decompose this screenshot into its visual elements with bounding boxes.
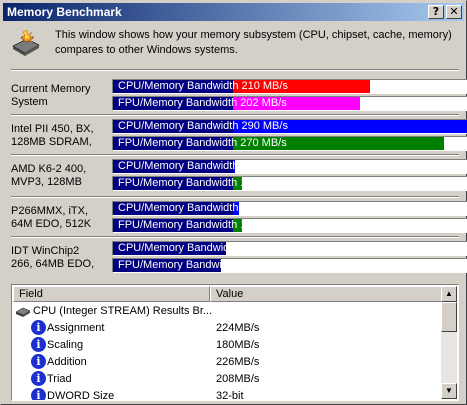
fpu-bandwidth-text: FPU/Memory Bandwidth 105 MB/s [118, 219, 287, 231]
cpu-bandwidth-bar: CPU/Memory Bandwidth 210 MB/s [112, 79, 467, 94]
cpu-bandwidth-text: CPU/Memory Bandwidth 290 MB/s [118, 120, 288, 132]
fpu-bandwidth-text: FPU/Memory Bandwidth 202 MB/s [118, 97, 287, 109]
system-row: AMD K6-2 400, MVP3, 128MB CPU/Memory Band… [11, 159, 467, 195]
system-row: Intel PII 450, BX, 128MB SDRAM, CPU/Memor… [11, 119, 467, 155]
memory-benchmark-window: Memory Benchmark ? ✕ This window shows h… [0, 0, 467, 405]
list-item[interactable]: i Assignment 224MB/s [13, 320, 441, 337]
value-cell: 208MB/s [216, 373, 260, 385]
list-item[interactable]: i DWORD Size 32-bit [13, 388, 441, 401]
fpu-bandwidth-bar: FPU/Memory Bandwidth 202 MB/s [112, 96, 467, 111]
fpu-bandwidth-text: FPU/Memory Bandwidth 88 MB/s [118, 259, 281, 271]
value-cell: 226MB/s [216, 356, 260, 368]
cpu-bandwidth-bar: CPU/Memory Bandwidth 290 MB/s [112, 119, 467, 134]
list-header: Field Value [13, 286, 442, 302]
value-cell: 224MB/s [216, 322, 260, 334]
field-cell: DWORD Size [47, 390, 115, 401]
system-label: IDT WinChip2 266, 64MB EDO, [11, 245, 95, 270]
column-header-value[interactable]: Value [210, 286, 442, 302]
help-button[interactable]: ? [428, 5, 444, 19]
list-item[interactable]: CPU (Integer STREAM) Results Br... [13, 303, 441, 320]
list-item[interactable]: i Triad 208MB/s [13, 371, 441, 388]
field-cell: Addition [47, 356, 87, 368]
column-header-field[interactable]: Field [13, 286, 210, 302]
info-icon: i [31, 388, 46, 400]
field-cell: CPU (Integer STREAM) Results Br... [33, 305, 213, 317]
results-list[interactable]: Field Value CPU (Integer STREAM) Results… [11, 284, 459, 401]
memory-chip-icon [11, 28, 41, 58]
field-cell: Assignment [47, 322, 105, 334]
fpu-bandwidth-bar: FPU/Memory Bandwidth 105 MB/s [112, 176, 467, 191]
system-row: IDT WinChip2 266, 64MB EDO, CPU/Memory Ba… [11, 241, 467, 277]
info-icon: i [31, 371, 46, 386]
intro-section: This window shows how your memory subsys… [11, 28, 461, 64]
cpu-bandwidth-bar: CPU/Memory Bandwidth 92 MB/s [112, 241, 467, 256]
list-item[interactable]: i Scaling 180MB/s [13, 337, 441, 354]
intro-text: This window shows how your memory subsys… [55, 29, 452, 56]
value-cell: 32-bit [216, 390, 244, 401]
info-icon: i [31, 337, 46, 352]
scroll-down-button[interactable]: ▼ [441, 383, 457, 399]
fpu-bandwidth-bar: FPU/Memory Bandwidth 270 MB/s [112, 136, 467, 151]
scroll-up-button[interactable]: ▲ [441, 286, 457, 302]
scroll-thumb[interactable] [441, 302, 457, 332]
vertical-scrollbar[interactable]: ▲ ▼ [441, 286, 457, 399]
system-label: Current Memory System [11, 83, 91, 108]
system-row: P266MMX, iTX, 64M EDO, 512K CPU/Memory Ba… [11, 201, 467, 237]
field-cell: Scaling [47, 339, 84, 351]
cpu-bandwidth-bar: CPU/Memory Bandwidth 103 MB/s [112, 201, 467, 216]
fpu-bandwidth-bar: FPU/Memory Bandwidth 88 MB/s [112, 258, 467, 273]
info-icon: i [31, 354, 46, 369]
info-icon: i [31, 320, 46, 335]
field-cell: Triad [47, 373, 72, 385]
chip-icon [15, 305, 31, 317]
value-cell: 180MB/s [216, 339, 260, 351]
cpu-bandwidth-bar: CPU/Memory Bandwidth 100 MB/s [112, 159, 467, 174]
window-title: Memory Benchmark [7, 5, 122, 19]
fpu-bandwidth-bar: FPU/Memory Bandwidth 105 MB/s [112, 218, 467, 233]
close-button[interactable]: ✕ [446, 5, 462, 19]
title-bar[interactable]: Memory Benchmark ? ✕ [3, 3, 464, 21]
divider [11, 196, 459, 198]
list-item[interactable]: i Addition 226MB/s [13, 354, 441, 371]
cpu-bandwidth-text: CPU/Memory Bandwidth 103 MB/s [118, 202, 288, 214]
cpu-bandwidth-text: CPU/Memory Bandwidth 92 MB/s [118, 242, 282, 254]
system-label: AMD K6-2 400, MVP3, 128MB [11, 163, 87, 188]
divider [11, 69, 459, 71]
system-label: P266MMX, iTX, 64M EDO, 512K [11, 205, 92, 230]
fpu-bandwidth-text: FPU/Memory Bandwidth 270 MB/s [118, 137, 287, 149]
cpu-bandwidth-text: CPU/Memory Bandwidth 210 MB/s [118, 80, 288, 92]
cpu-bandwidth-text: CPU/Memory Bandwidth 100 MB/s [118, 160, 288, 172]
system-row: Current Memory System CPU/Memory Bandwidt… [11, 79, 467, 115]
fpu-bandwidth-text: FPU/Memory Bandwidth 105 MB/s [118, 177, 287, 189]
system-label: Intel PII 450, BX, 128MB SDRAM, [11, 123, 94, 148]
